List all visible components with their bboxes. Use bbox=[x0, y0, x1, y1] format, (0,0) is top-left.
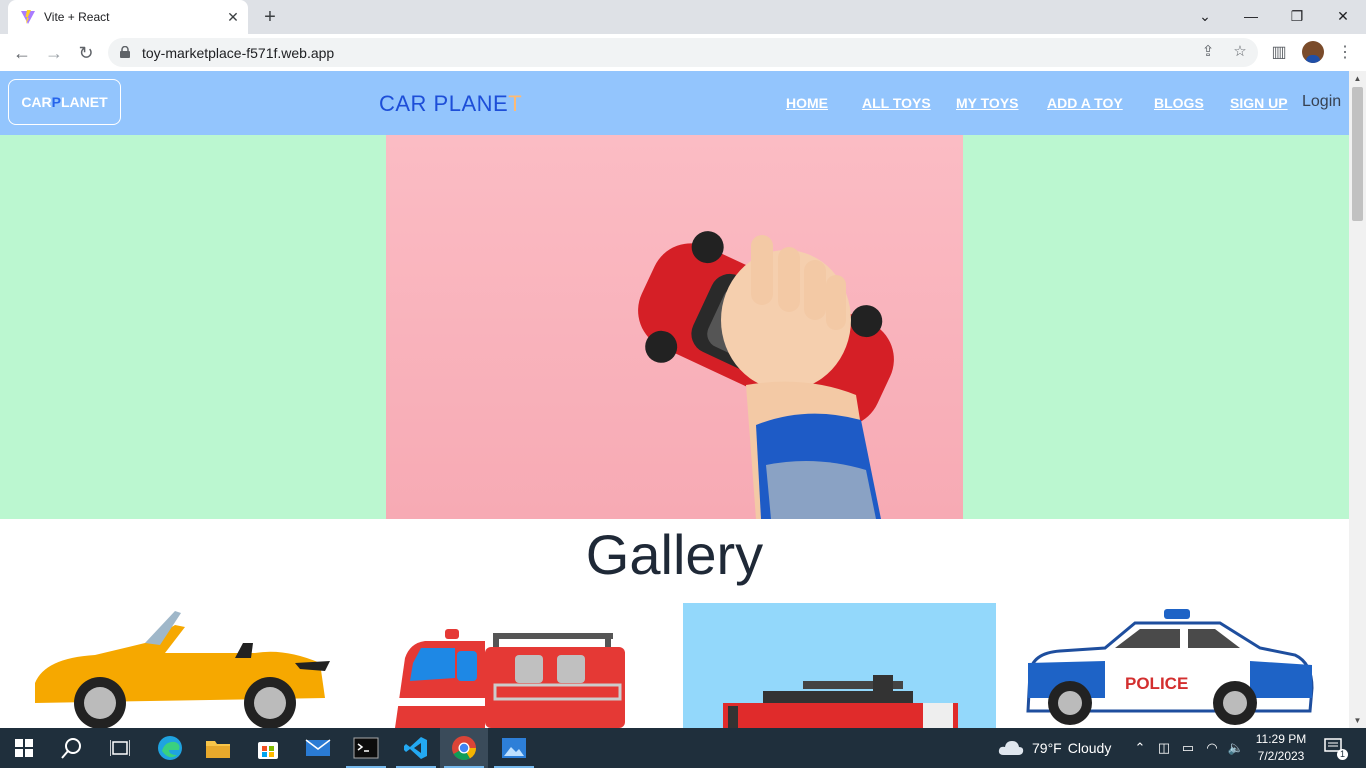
new-tab-button[interactable]: + bbox=[259, 6, 281, 28]
weather-widget[interactable]: 79°F Cloudy bbox=[998, 728, 1111, 768]
wifi-icon[interactable]: ◠ bbox=[1202, 738, 1222, 758]
notification-count-badge: 1 bbox=[1337, 749, 1348, 760]
gallery-image-toy-fire-truck bbox=[683, 603, 996, 728]
terminal-icon[interactable] bbox=[342, 728, 390, 768]
weather-temperature: 79°F bbox=[1032, 740, 1062, 756]
chrome-icon[interactable] bbox=[440, 728, 488, 768]
menu-kebab-icon[interactable]: ⋮ bbox=[1334, 42, 1356, 64]
nav-home[interactable]: HOME bbox=[786, 95, 828, 111]
volume-icon[interactable]: 🔈 bbox=[1226, 738, 1246, 758]
logo-text-p: P bbox=[51, 94, 61, 110]
meet-now-icon[interactable]: ◫ bbox=[1154, 738, 1174, 758]
back-arrow-icon[interactable]: ← bbox=[10, 41, 34, 65]
search-icon[interactable] bbox=[48, 728, 96, 768]
nav-all-toys[interactable]: ALL TOYS bbox=[862, 95, 931, 111]
bookmark-star-icon[interactable]: ☆ bbox=[1230, 42, 1250, 62]
notification-center-icon[interactable]: 1 bbox=[1322, 738, 1348, 760]
edge-browser-icon[interactable] bbox=[146, 728, 194, 768]
close-window-button[interactable]: ✕ bbox=[1328, 4, 1358, 28]
browser-toolbar: ← → ↻ toy-marketplace-f571f.web.app ⇪ ☆ … bbox=[0, 34, 1366, 72]
tab-close-icon[interactable]: ✕ bbox=[224, 8, 242, 26]
photos-icon[interactable] bbox=[490, 728, 538, 768]
hero-toy-car-image bbox=[386, 135, 963, 519]
page-viewport: CARPLANET CAR PLANET HOME ALL TOYS MY TO… bbox=[0, 71, 1349, 728]
logo-button[interactable]: CARPLANET bbox=[8, 79, 121, 125]
lock-icon bbox=[120, 46, 130, 58]
login-link[interactable]: Login bbox=[1302, 93, 1341, 111]
gallery-image-yellow-car bbox=[25, 603, 335, 728]
clock-date: 7/2/2023 bbox=[1257, 749, 1305, 763]
scroll-up-icon[interactable]: ▲ bbox=[1349, 71, 1366, 86]
minimize-button[interactable]: — bbox=[1236, 4, 1266, 28]
reload-icon[interactable]: ↻ bbox=[74, 41, 98, 65]
logo-text-lanet: LANET bbox=[61, 94, 108, 110]
nav-sign-up[interactable]: SIGN UP bbox=[1230, 95, 1288, 111]
microsoft-store-icon[interactable] bbox=[244, 728, 292, 768]
clock-time: 11:29 PM bbox=[1255, 732, 1307, 746]
tab-title: Vite + React bbox=[44, 10, 110, 24]
gallery-heading: Gallery bbox=[585, 523, 764, 586]
task-view-icon[interactable] bbox=[96, 728, 144, 768]
vscode-icon[interactable] bbox=[392, 728, 440, 768]
gallery-image-police-car: POLICE bbox=[1020, 603, 1315, 728]
vite-favicon-icon bbox=[21, 10, 35, 24]
url-text: toy-marketplace-f571f.web.app bbox=[142, 45, 335, 61]
weather-description: Cloudy bbox=[1067, 740, 1112, 756]
nav-add-a-toy[interactable]: ADD A TOY bbox=[1047, 95, 1123, 111]
windows-taskbar: 79°F Cloudy ⌃ ◫ ▭ ◠ 🔈 11:29 PM 7/2/2023 … bbox=[0, 728, 1366, 768]
system-clock[interactable]: 11:29 PM 7/2/2023 bbox=[1252, 731, 1310, 765]
browser-tab-strip: Vite + React ✕ + ⌄ — ❐ ✕ bbox=[0, 0, 1366, 34]
nav-blogs[interactable]: BLOGS bbox=[1154, 95, 1204, 111]
site-navbar: CARPLANET CAR PLANET HOME ALL TOYS MY TO… bbox=[0, 71, 1349, 135]
profile-avatar[interactable] bbox=[1302, 41, 1324, 63]
police-label: POLICE bbox=[1125, 674, 1188, 693]
restore-button[interactable]: ❐ bbox=[1282, 4, 1312, 28]
brand-accent: T bbox=[508, 91, 523, 116]
forward-arrow-icon[interactable]: → bbox=[42, 41, 66, 65]
logo-text-car: CAR bbox=[21, 94, 52, 110]
browser-tab[interactable]: Vite + React ✕ bbox=[8, 0, 248, 34]
page-scrollbar[interactable]: ▲ ▼ bbox=[1349, 71, 1366, 728]
scroll-down-icon[interactable]: ▼ bbox=[1349, 713, 1366, 728]
windows-start-icon[interactable] bbox=[0, 728, 48, 768]
show-hidden-icons-chevron-icon[interactable]: ⌃ bbox=[1130, 738, 1150, 758]
tab-search-icon[interactable]: ⌄ bbox=[1190, 4, 1220, 28]
scrollbar-thumb[interactable] bbox=[1352, 87, 1363, 221]
share-icon[interactable]: ⇪ bbox=[1198, 42, 1218, 62]
side-panel-icon[interactable]: ▥ bbox=[1268, 42, 1290, 64]
brand-main: CAR PLANE bbox=[379, 91, 509, 116]
brand-title: CAR PLANET bbox=[379, 91, 522, 117]
address-bar[interactable]: toy-marketplace-f571f.web.app ⇪ ☆ bbox=[108, 38, 1258, 67]
cloud-icon bbox=[998, 741, 1024, 755]
gallery-image-fire-truck bbox=[385, 603, 635, 728]
mail-icon[interactable] bbox=[294, 728, 342, 768]
nav-my-toys[interactable]: MY TOYS bbox=[956, 95, 1019, 111]
battery-icon[interactable]: ▭ bbox=[1178, 738, 1198, 758]
file-explorer-icon[interactable] bbox=[194, 728, 242, 768]
hero-banner bbox=[0, 135, 1349, 519]
